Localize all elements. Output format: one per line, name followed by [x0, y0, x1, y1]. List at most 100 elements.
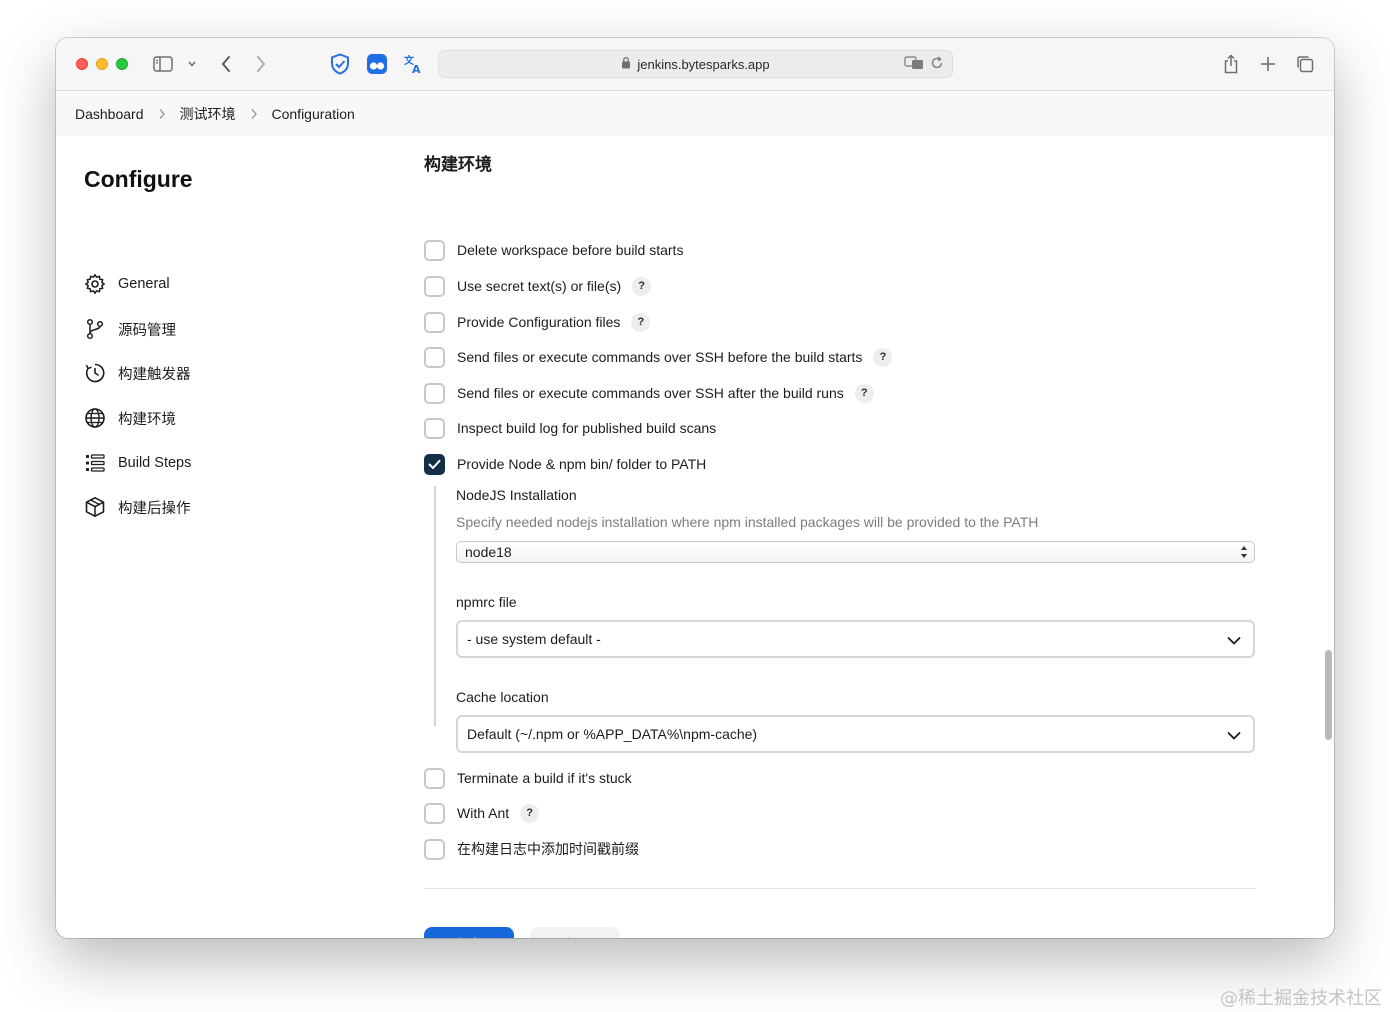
footer-divider: [424, 888, 1256, 889]
cache-location-select[interactable]: Default (~/.npm or %APP_DATA%\npm-cache): [456, 715, 1255, 753]
svg-text:A: A: [412, 63, 421, 75]
close-window-button[interactable]: [76, 58, 88, 70]
clock-icon: [84, 362, 106, 384]
option-config-files[interactable]: Provide Configuration files ?: [424, 310, 651, 334]
npmrc-select[interactable]: - use system default -: [456, 620, 1255, 658]
browser-toolbar: 文A jenkins.bytesparks.app: [56, 38, 1334, 91]
option-label: With Ant: [457, 805, 510, 821]
checkbox[interactable]: [424, 275, 445, 297]
nodejs-installation-description: Specify needed nodejs installation where…: [456, 514, 1039, 530]
option-label: Inspect build log for published build sc…: [457, 420, 717, 436]
translate-page-icon[interactable]: [904, 56, 924, 73]
option-provide-node[interactable]: Provide Node & npm bin/ folder to PATH: [424, 452, 706, 476]
breadcrumb-project[interactable]: 测试环境: [180, 104, 236, 124]
option-secret-text[interactable]: Use secret text(s) or file(s) ?: [424, 274, 652, 298]
address-bar[interactable]: jenkins.bytesparks.app: [438, 50, 953, 78]
section-title: 构建环境: [424, 155, 492, 174]
browser-window: 文A jenkins.bytesparks.app Dashboard 测试环境…: [56, 38, 1334, 938]
cache-location-label: Cache location: [456, 689, 549, 705]
option-label: Use secret text(s) or file(s): [457, 278, 622, 294]
sidebar-item-post-build[interactable]: 构建后操作: [84, 495, 191, 519]
back-icon[interactable]: [216, 54, 236, 74]
tab-overview-icon[interactable]: [1294, 53, 1316, 75]
checkbox[interactable]: [424, 239, 445, 261]
watermark: @稀土掘金技术社区: [1220, 988, 1382, 1009]
sidebar-item-general[interactable]: General: [84, 272, 170, 296]
chevron-right-icon: [158, 108, 166, 120]
new-tab-icon[interactable]: [1257, 53, 1279, 75]
option-delete-workspace[interactable]: Delete workspace before build starts: [424, 238, 683, 262]
select-value: - use system default -: [467, 631, 601, 647]
glasses-extension-icon[interactable]: [366, 53, 388, 75]
help-icon[interactable]: ?: [520, 803, 540, 823]
option-label: 在构建日志中添加时间戳前缀: [457, 841, 639, 857]
sidebar-item-source-control[interactable]: 源码管理: [84, 317, 176, 341]
sidebar-item-build-triggers[interactable]: 构建触发器: [84, 361, 191, 385]
option-ssh-before[interactable]: Send files or execute commands over SSH …: [424, 345, 893, 369]
breadcrumb-dashboard[interactable]: Dashboard: [75, 106, 144, 122]
select-value: node18: [465, 544, 512, 560]
checkbox[interactable]: [424, 311, 445, 333]
option-inspect-build-log[interactable]: Inspect build log for published build sc…: [424, 416, 716, 440]
select-value: Default (~/.npm or %APP_DATA%\npm-cache): [467, 726, 758, 742]
option-label: Provide Node & npm bin/ folder to PATH: [457, 456, 707, 472]
help-icon[interactable]: ?: [854, 383, 874, 403]
list-icon: [84, 452, 106, 474]
breadcrumb-configuration[interactable]: Configuration: [272, 106, 355, 122]
minimize-window-button[interactable]: [96, 58, 108, 70]
save-button[interactable]: 保存: [424, 927, 514, 938]
option-with-ant[interactable]: With Ant ?: [424, 801, 540, 825]
sidebar-toggle-icon[interactable]: [152, 54, 174, 74]
select-arrows-icon: [1240, 544, 1248, 560]
nodejs-installation-select[interactable]: node18: [456, 541, 1255, 563]
option-label: Provide Configuration files: [457, 314, 621, 330]
help-icon[interactable]: ?: [632, 276, 652, 296]
sidebar-item-label: Build Steps: [118, 455, 192, 471]
checkbox[interactable]: [424, 802, 445, 824]
sidebar-item-label: 构建环境: [118, 411, 176, 428]
chevron-down-icon: [1227, 633, 1241, 649]
checkmark-icon: [428, 459, 441, 469]
lock-icon: [621, 56, 631, 72]
forward-icon[interactable]: [251, 54, 271, 74]
option-ssh-after[interactable]: Send files or execute commands over SSH …: [424, 381, 874, 405]
checkbox[interactable]: [424, 382, 445, 404]
sidebar-item-label: General: [118, 276, 170, 292]
reload-icon[interactable]: [930, 56, 944, 73]
option-terminate-stuck[interactable]: Terminate a build if it's stuck: [424, 766, 632, 790]
main-content: 构建环境 Delete workspace before build start…: [424, 136, 1304, 938]
checkbox[interactable]: [424, 417, 445, 439]
globe-icon: [84, 407, 106, 429]
option-label: Delete workspace before build starts: [457, 242, 684, 258]
url-text: jenkins.bytesparks.app: [637, 56, 770, 72]
checkbox[interactable]: [424, 767, 445, 789]
checkbox[interactable]: [424, 838, 445, 860]
chevron-down-icon: [1227, 728, 1241, 744]
sidebar-item-build-environment[interactable]: 构建环境: [84, 406, 176, 430]
chevron-right-icon: [250, 108, 258, 120]
sidebar-item-label: 构建触发器: [118, 366, 191, 383]
package-icon: [84, 496, 106, 518]
npmrc-label: npmrc file: [456, 594, 517, 610]
help-icon[interactable]: ?: [631, 312, 651, 332]
scrollbar-thumb[interactable]: [1325, 650, 1332, 740]
apply-button[interactable]: 应用: [530, 927, 620, 938]
option-timestamps[interactable]: 在构建日志中添加时间戳前缀: [424, 837, 639, 861]
help-icon[interactable]: ?: [873, 347, 893, 367]
checkbox-checked[interactable]: [424, 453, 445, 475]
sidebar-item-label: 源码管理: [118, 322, 176, 339]
nested-indent-line: [434, 486, 436, 726]
branch-icon: [84, 318, 106, 340]
share-icon[interactable]: [1220, 52, 1242, 76]
chevron-down-icon[interactable]: [186, 58, 198, 70]
option-label: Send files or execute commands over SSH …: [457, 385, 844, 401]
checkbox[interactable]: [424, 346, 445, 368]
sidebar-item-label: 构建后操作: [118, 500, 191, 517]
shield-extension-icon[interactable]: [329, 52, 351, 76]
zoom-window-button[interactable]: [116, 58, 128, 70]
sidebar-item-build-steps[interactable]: Build Steps: [84, 451, 191, 475]
option-label: Terminate a build if it's stuck: [457, 770, 632, 786]
nodejs-installation-label: NodeJS Installation: [456, 487, 577, 503]
translate-icon[interactable]: 文A: [403, 53, 425, 75]
gear-icon: [84, 273, 106, 295]
